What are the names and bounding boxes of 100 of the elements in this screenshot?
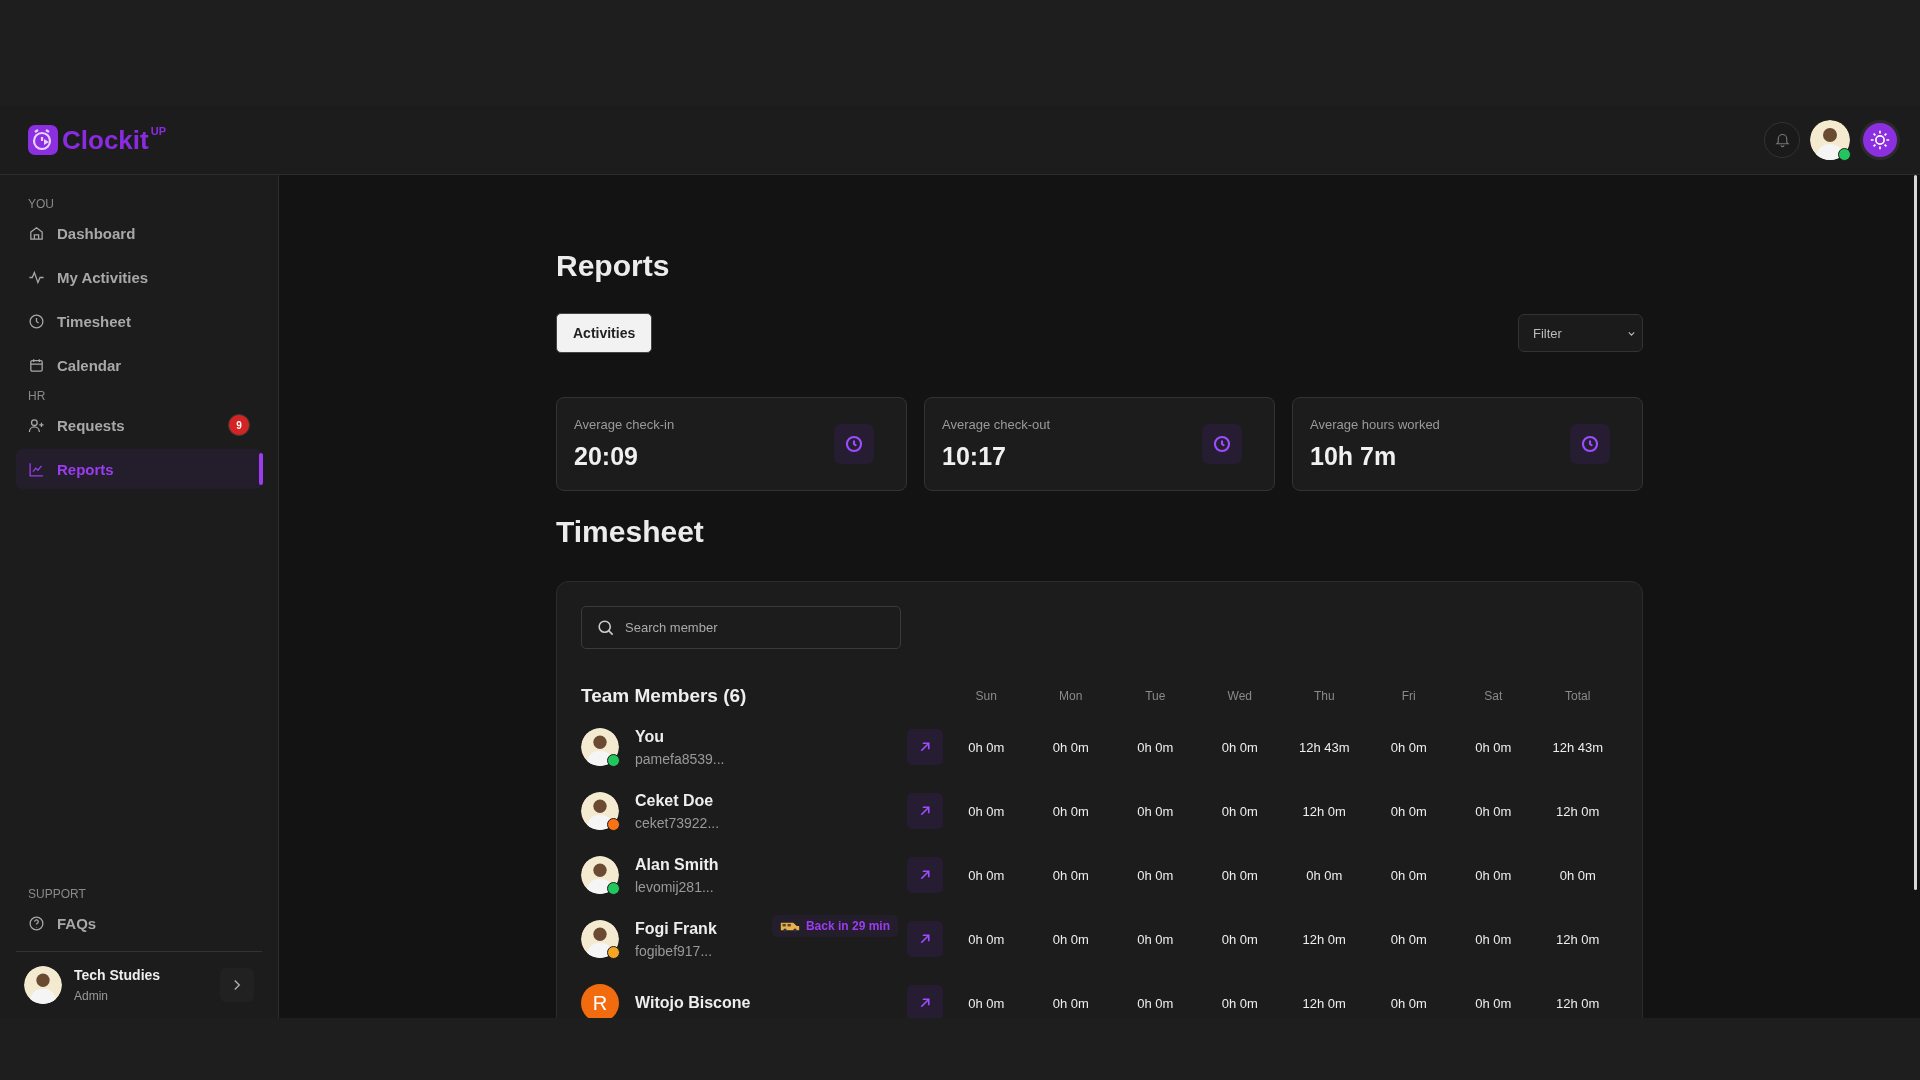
home-icon (28, 224, 45, 242)
table-cell-text: 0h 0m (1474, 995, 1513, 1011)
open-details-button[interactable] (907, 985, 943, 1018)
table-cell-text: 0h 0m (1220, 931, 1259, 947)
table-cell-text: 0h 0m (1474, 867, 1513, 883)
table-cell-text: 0h 0m (1051, 867, 1090, 883)
table-cell-text: 12h 0m (1301, 931, 1347, 947)
table-cell-text: 12h 0m (1301, 803, 1347, 819)
table-cell-text: 12h 0m (1555, 995, 1601, 1011)
theme-toggle-button[interactable] (1860, 119, 1900, 160)
van-icon (779, 920, 800, 932)
table-cell-text: 0h 0m (1136, 803, 1175, 819)
table-cell-text: 0h 0m (1220, 995, 1259, 1011)
count-badge: 9 (228, 414, 250, 436)
clock-icon (28, 312, 45, 330)
table-cell-text: 0h 0m (967, 995, 1006, 1011)
stat-value: 20:09 (574, 442, 639, 471)
calendar-icon (28, 356, 45, 374)
members-heading: Team Members (6) (581, 684, 748, 708)
user-role: Admin (74, 989, 109, 1003)
bell-icon (1773, 131, 1791, 148)
logo-text: Clockit (62, 124, 149, 155)
notifications-button[interactable] (1764, 121, 1800, 158)
table-cell-text: 0h 0m (967, 867, 1006, 883)
open-details-button[interactable] (907, 921, 943, 957)
table-cell-text: 0h 0m (1051, 803, 1090, 819)
open-details-button[interactable] (907, 729, 943, 765)
tab[interactable]: Activities (556, 313, 653, 353)
avatar-photo (1810, 119, 1850, 160)
section-heading: YOU (27, 197, 55, 211)
status-badge: Back in 29 min (771, 915, 898, 937)
member-name: Witojo Biscone (635, 994, 752, 1012)
table-cell-text: 0h 0m (1389, 867, 1428, 883)
member-name: Ceket Doe (635, 791, 715, 810)
user-plus-icon (28, 416, 45, 434)
nav-item[interactable]: Timesheet (16, 301, 262, 341)
open-details-button[interactable] (907, 793, 943, 829)
column-header: Thu (1312, 689, 1336, 703)
table-cell-text: 0h 0m (1136, 931, 1175, 947)
table-cell-text: 12h 0m (1301, 995, 1347, 1011)
member-email: levomij281... (635, 878, 715, 895)
line-chart-icon (28, 460, 45, 478)
member-email: pamefa8539... (635, 750, 726, 767)
open-details-button[interactable] (907, 857, 943, 893)
table-cell-text: 0h 0m (1474, 931, 1513, 947)
column-header: Fri (1400, 689, 1417, 703)
table-cell-text: 0h 0m (1220, 803, 1259, 819)
clock-icon (1202, 424, 1242, 464)
table-cell-text: 12h 0m (1555, 931, 1601, 947)
stat-label: Average check-out (942, 417, 1051, 432)
table-cell-text: 0h 0m (1220, 739, 1259, 755)
member-name: Alan Smith (635, 855, 720, 874)
table-cell-text: 0h 0m (1389, 739, 1428, 755)
sun-icon (1869, 128, 1891, 151)
avatar-photo (581, 792, 619, 830)
member-name: Fogi Frank (635, 919, 718, 938)
expand-button[interactable] (220, 968, 254, 1002)
pulse-icon (28, 268, 45, 286)
filter-dropdown[interactable]: Filter (1518, 314, 1643, 352)
stat-label: Average check-in (574, 417, 675, 432)
logo-superscript: UP (150, 124, 166, 137)
search-field[interactable]: Search member (581, 606, 901, 649)
table-cell-text: 0h 0m (967, 931, 1006, 947)
column-header: Total (1564, 689, 1592, 703)
table-cell-text: 0h 0m (967, 739, 1006, 755)
search-icon (596, 618, 615, 637)
section-heading: HR (27, 389, 47, 403)
member-email: ceket73922... (635, 814, 721, 831)
user-avatar[interactable] (1810, 119, 1850, 160)
nav-item[interactable]: Calendar (16, 345, 262, 385)
table-cell-text: 0h 0m (1474, 739, 1513, 755)
table-cell-text: 12h 43m (1551, 739, 1605, 755)
table-cell-text: 0h 0m (1474, 803, 1513, 819)
table-cell-text: 12h 43m (1297, 739, 1351, 755)
table-cell-text: 0h 0m (1389, 931, 1428, 947)
alarm-clock-logo-icon (28, 124, 58, 155)
nav-item[interactable]: Requests 9 (16, 405, 262, 445)
table-cell-text: 0h 0m (1051, 931, 1090, 947)
table-cell-text: 0h 0m (1136, 867, 1175, 883)
avatar-initial: R (581, 984, 619, 1018)
table-cell-text: 0h 0m (1220, 867, 1259, 883)
clock-icon (1570, 424, 1610, 464)
table-cell-text: 0h 0m (1389, 803, 1428, 819)
section-heading: SUPPORT (27, 887, 87, 901)
clock-icon (834, 424, 874, 464)
section-title: Timesheet (556, 514, 705, 550)
help-icon (28, 914, 45, 932)
table-cell-text: 0h 0m (1136, 739, 1175, 755)
member-email: fogibef917... (635, 942, 714, 959)
table-cell-text: 0h 0m (1558, 867, 1597, 883)
stat-label: Average hours worked (1310, 417, 1440, 432)
avatar-photo (24, 966, 62, 1004)
page-title: Reports (556, 248, 671, 284)
member-name: You (635, 727, 666, 746)
user-name: Tech Studies (74, 967, 162, 983)
nav-item[interactable]: FAQs (16, 903, 262, 943)
table-cell-text: 0h 0m (1136, 995, 1175, 1011)
nav-item[interactable]: Dashboard (16, 213, 262, 253)
nav-item[interactable]: My Activities (16, 257, 262, 297)
stat-value: 10h 7m (1310, 442, 1398, 471)
